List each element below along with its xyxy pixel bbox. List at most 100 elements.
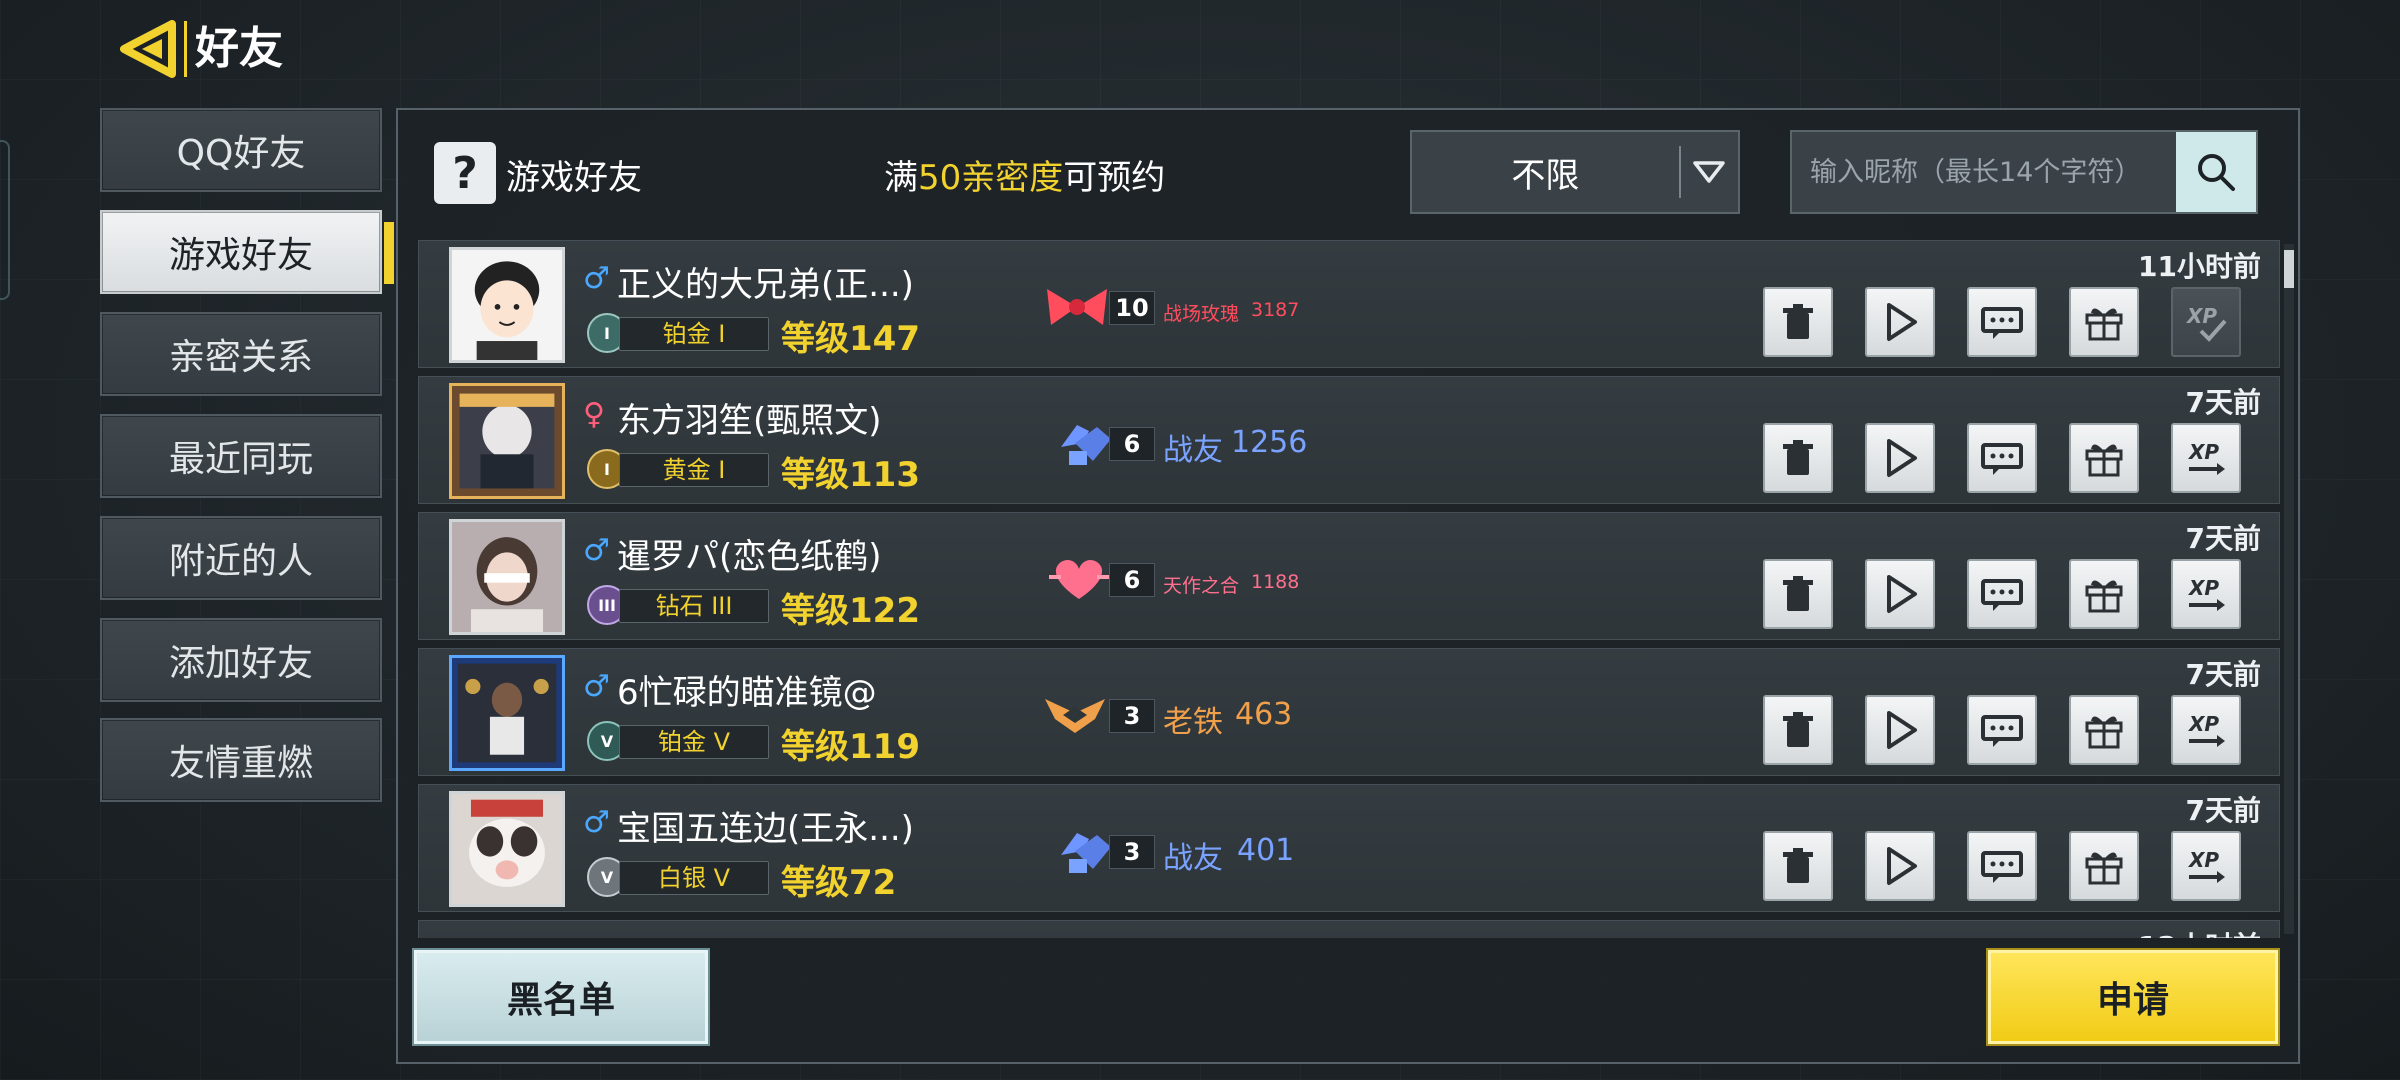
friend-row[interactable]: ♀ 东方羽笙(甄照文) I 黄金 I 等级113 6 战友 1256 7天前 X…	[418, 376, 2280, 504]
invite-play-button[interactable]	[1865, 695, 1935, 765]
reserve-suffix: 可预约	[1063, 158, 1166, 198]
delete-button[interactable]	[1763, 559, 1833, 629]
delete-button[interactable]	[1763, 831, 1833, 901]
friend-row[interactable]: ♂ 正义的大兄弟(正...) I 铂金 I 等级147 10 战场玫瑰 3187…	[418, 240, 2280, 368]
nickname-search-input[interactable]	[1792, 132, 2172, 212]
friend-name: 东方羽笙(甄照文)	[617, 401, 882, 441]
avatar[interactable]	[449, 791, 565, 907]
xp-button-claimed[interactable]: XP	[2171, 287, 2241, 357]
gift-button[interactable]	[2069, 559, 2139, 629]
intimacy-value: 463	[1235, 697, 1293, 732]
player-level: 等级72	[781, 863, 897, 903]
reserve-hint: 满50亲密度可预约	[884, 150, 1165, 199]
chat-button[interactable]	[1967, 423, 2037, 493]
svg-text:XP: XP	[2185, 304, 2217, 328]
trash-icon	[1783, 440, 1813, 475]
chat-button[interactable]	[1967, 831, 2037, 901]
friend-name: 6忙碌的瞄准镜@	[617, 673, 877, 713]
relation-level: 6	[1109, 427, 1155, 461]
chat-button[interactable]	[1967, 695, 2037, 765]
chat-icon	[1981, 307, 2023, 339]
invite-play-button[interactable]	[1865, 423, 1935, 493]
send-xp-button[interactable]: XP	[2171, 423, 2241, 493]
gift-button[interactable]	[2069, 831, 2139, 901]
gift-icon	[2085, 716, 2123, 749]
trash-icon	[1783, 712, 1813, 747]
chat-icon	[1981, 715, 2023, 747]
filter-value: 不限	[1511, 155, 1580, 196]
chat-button[interactable]	[1967, 559, 2037, 629]
header: 好友	[120, 18, 283, 80]
rank-badge: 白银 V	[619, 861, 769, 895]
gift-icon	[2085, 308, 2123, 341]
nav-item-recent-played[interactable]: 最近同玩	[100, 414, 382, 498]
relation-label: 战友	[1163, 433, 1223, 468]
panel-title: 游戏好友	[506, 158, 642, 198]
xp-check-icon: XP	[2185, 304, 2227, 342]
rank-badge: 黄金 I	[619, 453, 769, 487]
xp-icon: XP	[2187, 848, 2225, 883]
friend-name: 正义的大兄弟(正...)	[617, 265, 914, 305]
chevron-down-icon[interactable]	[1681, 160, 1738, 184]
chat-icon	[1981, 579, 2023, 611]
nav-item-qq-friends[interactable]: QQ好友	[100, 108, 382, 192]
svg-text:XP: XP	[2187, 440, 2219, 464]
avatar[interactable]	[449, 655, 565, 771]
gift-button[interactable]	[2069, 287, 2139, 357]
nav-item-nearby[interactable]: 附近的人	[100, 516, 382, 600]
svg-text:XP: XP	[2187, 712, 2219, 736]
friend-row[interactable]: ♂ 6忙碌的瞄准镜@ V 铂金 V 等级119 3 老铁 463 7天前 XP	[418, 648, 2280, 776]
invite-play-button[interactable]	[1865, 287, 1935, 357]
gender-male-icon: ♂	[583, 669, 610, 704]
list-scrollbar[interactable]	[2284, 244, 2294, 934]
question-icon[interactable]: ?	[434, 142, 496, 204]
intimacy-value: 1188	[1251, 571, 1300, 593]
blacklist-button[interactable]: 黑名单	[414, 950, 708, 1044]
search-button[interactable]	[2176, 132, 2256, 212]
nav-item-rekindle[interactable]: 友情重燃	[100, 718, 382, 802]
relation-label: 老铁	[1163, 705, 1223, 740]
last-online: 11小时前	[2138, 250, 2261, 283]
gift-button[interactable]	[2069, 423, 2139, 493]
play-icon	[1887, 575, 1917, 613]
reserve-highlight: 50亲密度	[918, 158, 1064, 198]
scrollbar-thumb[interactable]	[2284, 250, 2294, 288]
send-xp-button[interactable]: XP	[2171, 559, 2241, 629]
relation-level: 6	[1109, 563, 1155, 597]
back-arrow-icon[interactable]	[120, 20, 180, 78]
relation-label: 天作之合	[1163, 575, 1240, 597]
nav-item-game-friends[interactable]: 游戏好友	[100, 210, 394, 294]
send-xp-button[interactable]: XP	[2171, 695, 2241, 765]
gender-female-icon: ♀	[583, 397, 605, 432]
avatar[interactable]	[449, 247, 565, 363]
intimacy-value: 1256	[1231, 425, 1308, 460]
nav-item-add-friend[interactable]: 添加好友	[100, 618, 382, 702]
invite-play-button[interactable]	[1865, 831, 1935, 901]
friend-name: 宝国五连边(王永...)	[617, 809, 914, 849]
avatar[interactable]	[449, 519, 565, 635]
gift-button[interactable]	[2069, 695, 2139, 765]
friend-row[interactable]: ♂ 宝国五连边(王永...) V 白银 V 等级72 3 战友 401 7天前 …	[418, 784, 2280, 912]
chat-icon	[1981, 443, 2023, 475]
relation-level: 3	[1109, 835, 1155, 869]
page-title: 好友	[184, 21, 283, 77]
chat-button[interactable]	[1967, 287, 2037, 357]
avatar[interactable]	[449, 383, 565, 499]
player-level: 等级119	[781, 727, 920, 767]
delete-button[interactable]	[1763, 695, 1833, 765]
friend-row[interactable]: ♂ 暹罗パ(恋色纸鹤) III 钻石 III 等级122 6 天作之合 1188…	[418, 512, 2280, 640]
filter-dropdown[interactable]: 不限	[1410, 130, 1740, 214]
trash-icon	[1783, 848, 1813, 883]
nav-item-intimate[interactable]: 亲密关系	[100, 312, 382, 396]
delete-button[interactable]	[1763, 287, 1833, 357]
delete-button[interactable]	[1763, 423, 1833, 493]
send-xp-button[interactable]: XP	[2171, 831, 2241, 901]
rank-badge: 铂金 I	[619, 317, 769, 351]
invite-play-button[interactable]	[1865, 559, 1935, 629]
apply-button[interactable]: 申请	[1988, 950, 2278, 1044]
last-online: 12小时前	[2138, 925, 2261, 938]
relation-label: 战场玫瑰	[1163, 303, 1240, 325]
rank-badge: 钻石 III	[619, 589, 769, 623]
chat-icon	[1981, 851, 2023, 883]
friend-row-partial[interactable]: 12小时前	[418, 920, 2280, 938]
